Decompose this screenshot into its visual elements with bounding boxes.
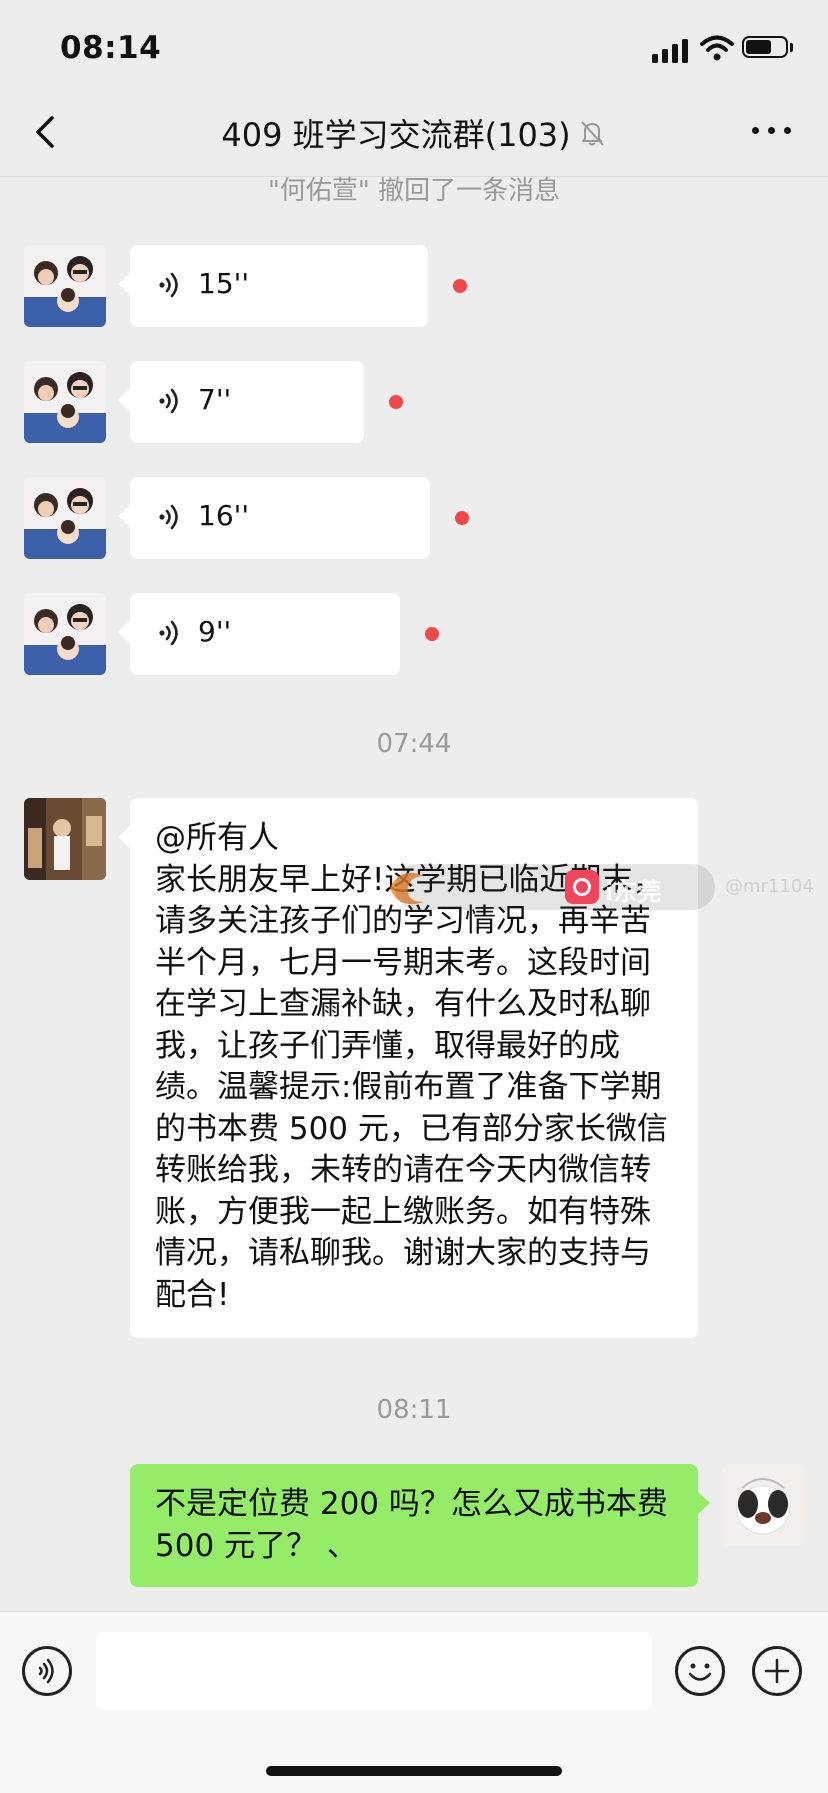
voice-message-bubble[interactable]: 9'' <box>118 593 400 675</box>
avatar[interactable] <box>24 798 106 880</box>
battery-icon <box>742 36 788 58</box>
watermark-logo-icon <box>565 870 599 904</box>
avatar[interactable] <box>24 361 106 443</box>
timestamp-label: 07:44 <box>376 729 452 759</box>
avatar-photo <box>24 798 106 880</box>
more-dots-icon[interactable] <box>748 120 796 140</box>
timestamp-label: 08:11 <box>376 1395 452 1425</box>
unread-dot <box>455 511 469 525</box>
chat-title-row[interactable]: 409 班学习交流群(103) <box>0 110 828 156</box>
avatar-photo <box>24 361 106 443</box>
avatar-photo <box>24 245 106 327</box>
voice-duration: 7'' <box>198 383 232 416</box>
chat-header: 409 班学习交流群(103) <box>0 88 828 177</box>
status-time: 08:14 <box>60 30 162 66</box>
avatar-photo <box>24 593 106 675</box>
voice-message-bubble[interactable]: 7'' <box>118 361 364 443</box>
avatar[interactable] <box>24 245 106 327</box>
voice-duration: 16'' <box>198 499 250 532</box>
input-bar <box>0 1611 828 1793</box>
watermark: i东莞 @mr1104 <box>395 864 814 910</box>
battery-cap <box>790 43 793 52</box>
voice-wave-icon <box>159 272 178 298</box>
plus-icon[interactable] <box>752 1646 802 1696</box>
home-indicator <box>266 1766 562 1776</box>
chat-title: 409 班学习交流群(103) <box>221 116 571 154</box>
message-input[interactable] <box>96 1632 652 1710</box>
voice-wave-icon <box>159 388 178 414</box>
voice-duration: 15'' <box>198 267 250 300</box>
watermark-handle: @mr1104 <box>725 876 814 897</box>
unread-dot <box>425 627 439 641</box>
voice-wave-icon <box>159 504 178 530</box>
my-avatar[interactable] <box>722 1464 804 1546</box>
cellular-signal-icon <box>652 37 688 63</box>
voice-toggle-icon[interactable] <box>22 1646 72 1696</box>
sent-message-text: 不是定位费 200 吗？怎么又成书本费 500 元了？ 、 <box>155 1486 678 1564</box>
avatar-photo <box>24 477 106 559</box>
voice-message-bubble[interactable]: 15'' <box>118 245 428 327</box>
sent-message-bubble[interactable]: 不是定位费 200 吗？怎么又成书本费 500 元了？ 、 <box>130 1464 710 1587</box>
wifi-icon <box>700 35 734 61</box>
avatar[interactable] <box>24 477 106 559</box>
bell-slash-icon <box>580 121 604 146</box>
voice-duration: 9'' <box>198 615 232 648</box>
voice-wave-icon <box>159 620 178 646</box>
emoji-icon[interactable] <box>675 1646 725 1696</box>
voice-message-bubble[interactable]: 16'' <box>118 477 430 559</box>
avatar-photo <box>722 1464 804 1546</box>
recall-notice: "何佑萱" 撤回了一条消息 <box>267 176 561 206</box>
watermark-brand: i东莞 <box>605 878 662 906</box>
unread-dot <box>453 279 467 293</box>
unread-dot <box>389 395 403 409</box>
avatar[interactable] <box>24 593 106 675</box>
